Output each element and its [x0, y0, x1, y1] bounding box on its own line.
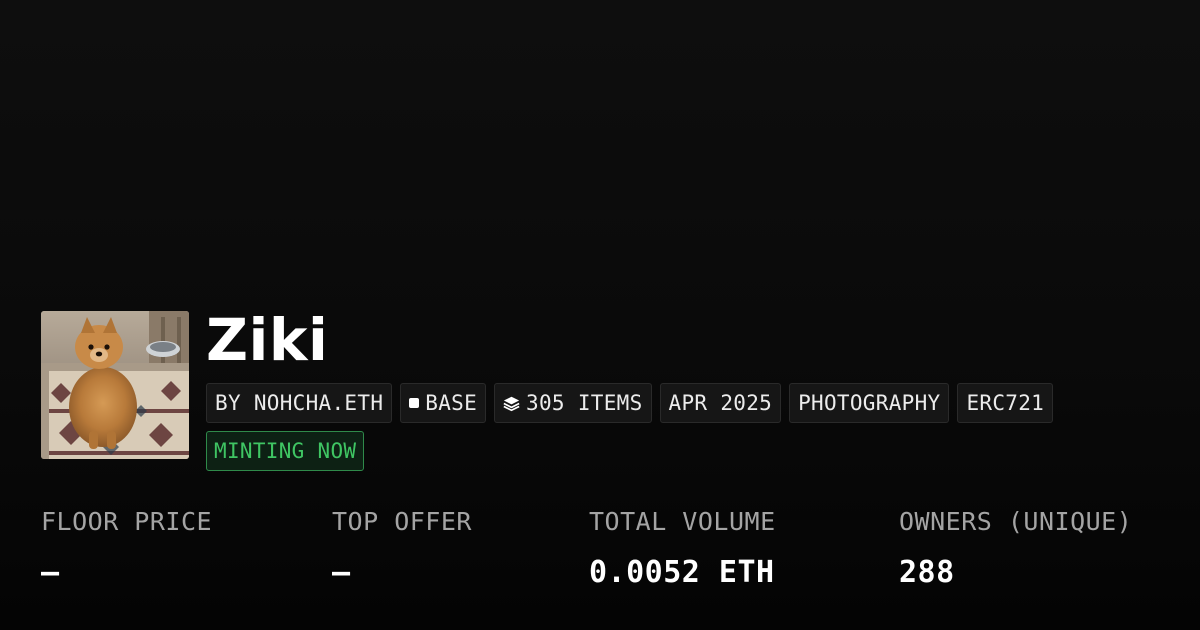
stat-floor-price: FLOOR PRICE –	[41, 503, 212, 593]
date-tag-label: APR 2025	[668, 391, 773, 415]
items-count-label: 305 ITEMS	[526, 391, 643, 415]
pomeranian-photo-icon	[41, 311, 189, 459]
token-standard-label: ERC721	[966, 391, 1045, 415]
creator-tag-label: BY NOHCHA.ETH	[215, 391, 384, 415]
items-count-tag[interactable]: 305 ITEMS	[494, 383, 652, 423]
chain-tag[interactable]: BASE	[400, 383, 487, 423]
stat-value: 0.0052 ETH	[589, 555, 775, 590]
stat-label: FLOOR PRICE	[41, 507, 213, 536]
chain-square-icon	[409, 398, 420, 408]
collection-preview-card: Ziki BY NOHCHA.ETH BASE 305 ITEMS APR 20…	[0, 0, 1200, 630]
chain-tag-label: BASE	[425, 391, 478, 415]
stat-value: –	[41, 555, 60, 590]
token-standard-tag[interactable]: ERC721	[957, 383, 1054, 423]
stat-top-offer: TOP OFFER –	[332, 503, 472, 593]
minting-status-label: MINTING NOW	[214, 439, 357, 463]
stat-label: OWNERS (UNIQUE)	[899, 507, 1133, 536]
category-tag-label: PHOTOGRAPHY	[798, 391, 941, 415]
collection-title: Ziki	[206, 306, 329, 374]
collection-avatar	[41, 311, 189, 459]
stat-label: TOP OFFER	[332, 507, 472, 536]
layers-icon	[503, 396, 520, 411]
date-tag[interactable]: APR 2025	[659, 383, 782, 423]
category-tag[interactable]: PHOTOGRAPHY	[789, 383, 950, 423]
stat-value: –	[332, 555, 351, 590]
stat-owners-unique: OWNERS (UNIQUE) 288	[899, 503, 1132, 593]
stat-label: TOTAL VOLUME	[589, 507, 776, 536]
creator-tag[interactable]: BY NOHCHA.ETH	[206, 383, 393, 423]
stat-total-volume: TOTAL VOLUME 0.0052 ETH	[589, 503, 776, 593]
minting-status-badge[interactable]: MINTING NOW	[206, 431, 365, 471]
collection-tags: BY NOHCHA.ETH BASE 305 ITEMS APR 2025 PH…	[206, 383, 1054, 423]
stat-value: 288	[899, 555, 955, 590]
